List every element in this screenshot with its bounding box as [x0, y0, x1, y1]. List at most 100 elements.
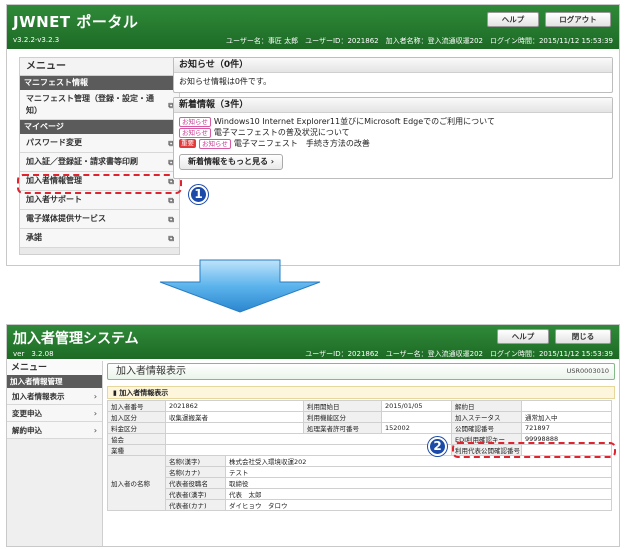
chevron-right-icon: › [93, 409, 97, 418]
table-cell: 公開確認番号 [451, 422, 523, 434]
table-cell: 名称(カナ) [165, 466, 226, 478]
sidebar-item-media[interactable]: 電子媒体提供サービス ⧉ [20, 210, 179, 229]
news-item[interactable]: 重要 お知らせ 電子マニフェスト 手続き方法の改善 [179, 138, 607, 149]
table-cell: 利用開始日 [303, 400, 383, 412]
portal-version: v3.2.2-v3.2.3 [13, 36, 60, 44]
news-item-text: Windows10 Internet Explorer11並びにMicrosof… [213, 117, 495, 126]
chevron-right-icon: › [93, 392, 97, 401]
table-cell [381, 411, 453, 423]
table-cell: 代表 太郎 [224, 488, 613, 500]
portal-screenshot: JWNET ポータル ヘルプ ログアウト v3.2.2-v3.2.3 ユーザー名… [6, 4, 620, 266]
news-item[interactable]: お知らせ 電子マニフェストの普及状況について [179, 127, 607, 138]
table-cell: 解約日 [451, 400, 523, 412]
table-row: 代表者役職名 取締役 [108, 477, 613, 489]
sidebar-item-label: マニフェスト管理（登録・設定・通知） [26, 94, 154, 115]
sidebar-item-certificate[interactable]: 加入証／登録証・請求書等印刷 ⧉ [20, 153, 179, 172]
sidebar-item-label: 電子媒体提供サービス [26, 214, 106, 223]
news-item-text: 電子マニフェストの普及状況について [213, 128, 350, 137]
menu-title: メニュー [7, 361, 102, 375]
table-cell: 2021862 [164, 400, 305, 412]
sidebar-item-password[interactable]: パスワード変更 ⧉ [20, 134, 179, 153]
news-list: お知らせ Windows10 Internet Explorer11並びにMic… [174, 113, 612, 173]
sidebar-item-label: 加入者情報表示 [12, 392, 65, 401]
table-cell: 利用機能区分 [303, 411, 383, 423]
table-cell: 料金区分 [107, 422, 166, 434]
portal-logo: JWNET ポータル [13, 13, 139, 31]
menu-title: メニュー [20, 58, 179, 76]
table-cell: 処理業者許可番号 [303, 422, 383, 434]
sidebar-item-label: 承諾 [26, 233, 42, 242]
news-panel: 新着情報（3件） お知らせ Windows10 Internet Explore… [173, 97, 613, 179]
sidebar-item-change[interactable]: 変更申込 › [7, 405, 102, 422]
table-cell: 代表者役職名 [165, 477, 226, 489]
sidebar-item-approval[interactable]: 承諾 ⧉ [20, 229, 179, 248]
table-row: 加入区分 収集運搬業者 利用機能区分 加入ステータス 通常加入中 [107, 411, 613, 423]
section-subtitle-text: 加入者情報表示 [119, 389, 169, 397]
screen-id: USR0003010 [566, 367, 609, 375]
news-item-text: 電子マニフェスト 手続き方法の改善 [233, 139, 370, 148]
step-number-1: 1 [189, 185, 208, 204]
sidebar-item-label: パスワード変更 [26, 138, 82, 147]
table-cell [164, 444, 453, 456]
table-cell: 721897 [521, 422, 613, 434]
more-news-button[interactable]: 新着情報をもっと見る › [179, 154, 284, 170]
close-button[interactable]: 閉じる [555, 329, 611, 344]
table-cell: 加入者番号 [107, 400, 166, 412]
sidebar-item-label: 加入者サポート [26, 195, 82, 204]
table-cell: 代表者(漢字) [165, 488, 226, 500]
sidebar-section-member-info: 加入者情報管理 [7, 375, 102, 388]
external-link-icon: ⧉ [168, 234, 174, 243]
sidebar-section-mypage: マイページ [20, 120, 179, 134]
section-marker-icon: ▮ [113, 389, 117, 397]
table-cell: 名称(漢字) [165, 455, 226, 467]
system-version: ver 3.2.08 [13, 350, 54, 358]
section-subtitle: ▮ 加入者情報表示 [107, 386, 615, 399]
table-row: 加入者番号 2021862 利用開始日 2015/01/05 解約日 [107, 400, 613, 412]
sidebar-section-manifest: マニフェスト情報 [20, 76, 179, 90]
portal-header: JWNET ポータル ヘルプ ログアウト v3.2.2-v3.2.3 ユーザー名… [7, 5, 619, 49]
sidebar-item-cancel[interactable]: 解約申込 › [7, 422, 102, 439]
system-logo: 加入者管理システム [13, 331, 139, 347]
table-cell: 収集運搬業者 [164, 411, 305, 423]
portal-sidebar: メニュー マニフェスト情報 マニフェスト管理（登録・設定・通知） ⧉ マイページ… [19, 57, 180, 255]
system-user-info: ユーザーID：2021862 ユーザー名：登入流通収運202 ログイン時間：20… [305, 350, 613, 358]
notice-title: お知らせ（0件） [174, 58, 612, 73]
external-link-icon: ⧉ [168, 215, 174, 224]
notice-badge: お知らせ [199, 138, 231, 149]
member-system-screenshot: 加入者管理システム ヘルプ 閉じる ver 3.2.08 ユーザーID：2021… [6, 324, 620, 547]
table-cell: 152002 [381, 422, 453, 434]
news-item[interactable]: お知らせ Windows10 Internet Explorer11並びにMic… [179, 116, 607, 127]
table-cell: 取締役 [224, 477, 613, 489]
sidebar-item-display[interactable]: 加入者情報表示 › [7, 388, 102, 405]
table-row: 料金区分 処理業者許可番号 152002 公開確認番号 721897 [107, 422, 613, 434]
highlight-edi-key [452, 442, 616, 458]
screen-title-text: 加入者情報表示 [116, 366, 186, 377]
logout-button[interactable]: ログアウト [545, 12, 611, 27]
table-cell: テスト [224, 466, 613, 478]
notice-badge: お知らせ [179, 116, 211, 127]
notice-panel: お知らせ（0件） お知らせ情報は0件です。 [173, 57, 613, 93]
notice-badge: お知らせ [179, 127, 211, 138]
portal-user-info: ユーザー名：事匠 太郎 ユーザーID：2021862 加入者名称：登入流通収運2… [226, 37, 613, 45]
table-cell: 加入者の名称 [107, 455, 166, 511]
table-cell: 通常加入中 [521, 411, 613, 423]
table-cell: 2015/01/05 [381, 400, 453, 412]
table-cell: 業種 [107, 444, 166, 456]
table-cell: 代表者(カナ) [165, 499, 226, 511]
news-title: 新着情報（3件） [174, 98, 612, 113]
table-cell: 加入ステータス [451, 411, 523, 423]
table-cell: 協会 [107, 433, 166, 445]
sidebar-item-label: 解約申込 [12, 426, 42, 435]
help-button[interactable]: ヘルプ [487, 12, 539, 27]
table-cell: ダイヒョウ タロウ [224, 499, 613, 511]
help-button[interactable]: ヘルプ [497, 329, 549, 344]
sidebar-item-manifest[interactable]: マニフェスト管理（登録・設定・通知） ⧉ [20, 90, 179, 120]
chevron-right-icon: › [93, 426, 97, 435]
table-cell [164, 433, 453, 445]
sidebar-item-label: 加入証／登録証・請求書等印刷 [26, 157, 138, 166]
table-row: 名称(カナ) テスト [108, 466, 613, 478]
table-cell [521, 400, 613, 412]
step-number-2: 2 [428, 437, 447, 456]
table-cell [164, 422, 305, 434]
down-arrow-icon [159, 259, 321, 313]
